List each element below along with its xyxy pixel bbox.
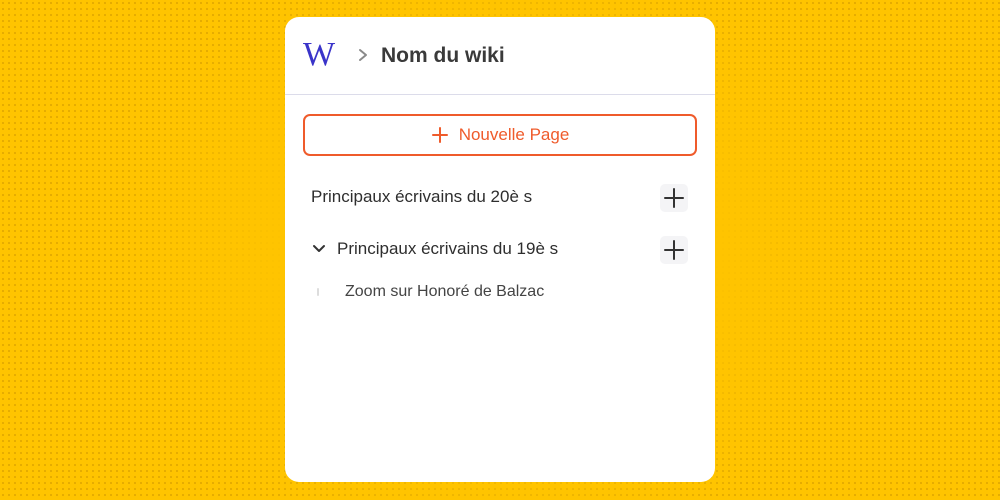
new-page-button[interactable]: Nouvelle Page [303,114,697,156]
plus-icon [664,188,684,208]
plus-icon [664,240,684,260]
add-subpage-button[interactable] [660,184,688,212]
wiki-sidebar-panel: W Nom du wiki Nouvelle Page Principaux é… [285,17,715,482]
tree-item-label: Principaux écrivains du 20è s [311,187,533,206]
add-subpage-button[interactable] [660,236,688,264]
new-page-label: Nouvelle Page [458,125,570,144]
wiki-logo-icon[interactable]: W [303,37,335,73]
plus-icon [431,127,448,143]
tree-subitem-label: Zoom sur Honoré de Balzac [345,283,545,300]
chevron-down-icon[interactable] [312,243,326,255]
subitem-bullet [317,288,319,296]
wiki-name-title[interactable]: Nom du wiki [381,43,505,69]
new-page-button-content: Nouvelle Page [305,116,695,154]
breadcrumb-chevron-right-icon [359,49,367,61]
tree-item-19e-siecle[interactable]: Principaux écrivains du 19è s [285,234,715,264]
tree-subitem-balzac[interactable]: Zoom sur Honoré de Balzac [285,277,715,307]
tree-item-label: Principaux écrivains du 19è s [337,239,559,258]
tree-item-20e-siecle[interactable]: Principaux écrivains du 20è s [285,182,715,212]
sidebar-header: W Nom du wiki [285,17,715,95]
